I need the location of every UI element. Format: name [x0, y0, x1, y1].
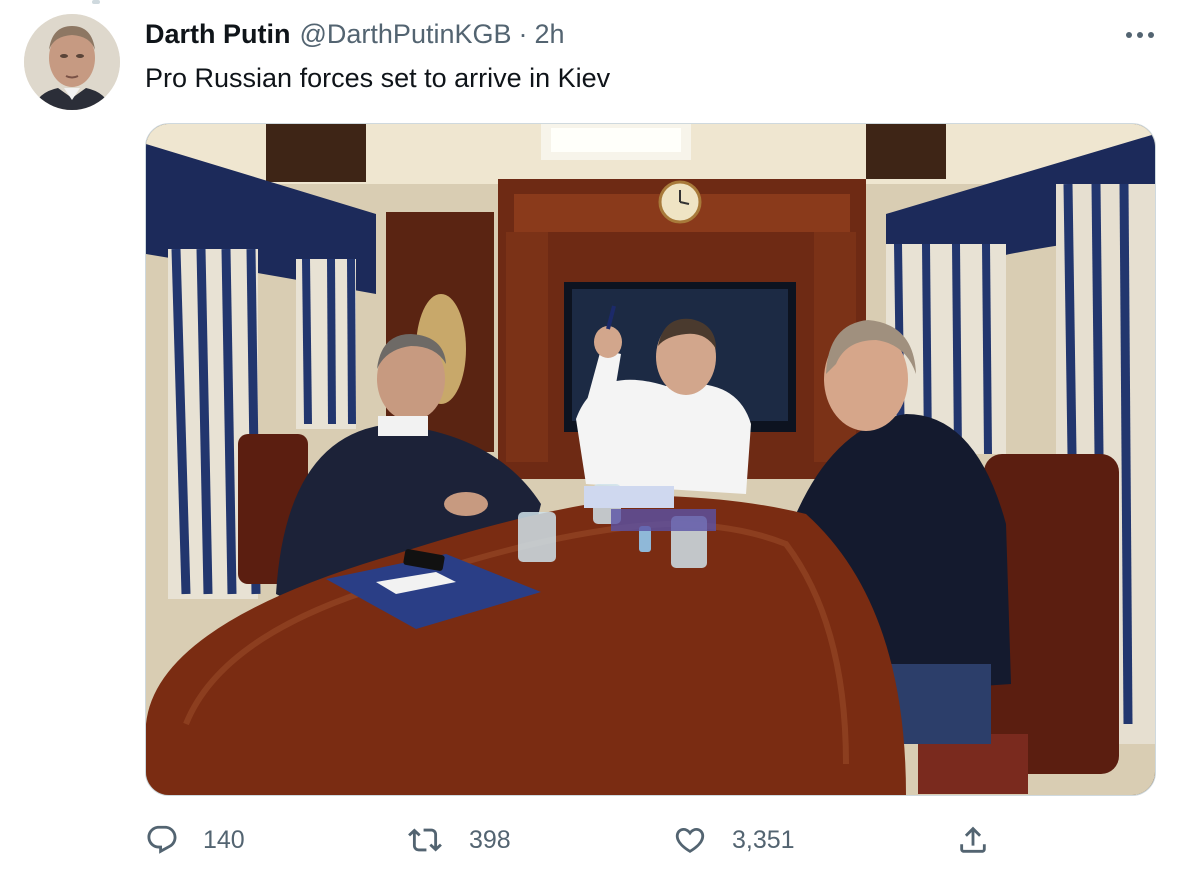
author-handle[interactable]: @DarthPutinKGB	[300, 19, 512, 50]
retweet-button[interactable]: 398	[405, 815, 511, 865]
more-options-button[interactable]	[1120, 22, 1160, 48]
reply-button[interactable]: 140	[145, 815, 245, 865]
author-display-name[interactable]: Darth Putin	[145, 19, 291, 50]
like-button[interactable]: 3,351	[672, 815, 795, 865]
share-icon	[960, 826, 986, 853]
photo-image	[146, 124, 1155, 795]
author-avatar[interactable]	[24, 14, 120, 110]
reply-icon	[147, 825, 177, 854]
heart-icon	[675, 827, 705, 853]
retweet-icon	[408, 828, 442, 852]
tweet-actions: 140 398 3,351	[145, 815, 1155, 865]
reply-count: 140	[203, 825, 245, 854]
tweet-text: Pro Russian forces set to arrive in Kiev	[145, 63, 611, 93]
more-horizontal-icon-dot	[1148, 32, 1154, 38]
tweet-photo[interactable]	[145, 123, 1156, 796]
tweet-header: Darth Putin @DarthPutinKGB · 2h	[145, 16, 565, 52]
header-separator: ·	[518, 18, 528, 49]
thread-connector	[92, 0, 100, 4]
avatar-photo	[24, 14, 120, 110]
more-horizontal-icon	[1126, 32, 1132, 38]
like-count: 3,351	[732, 825, 795, 854]
share-button[interactable]	[956, 815, 990, 865]
more-horizontal-icon-dot	[1137, 32, 1143, 38]
retweet-count: 398	[469, 825, 511, 854]
tweet-timestamp[interactable]: 2h	[535, 19, 565, 50]
